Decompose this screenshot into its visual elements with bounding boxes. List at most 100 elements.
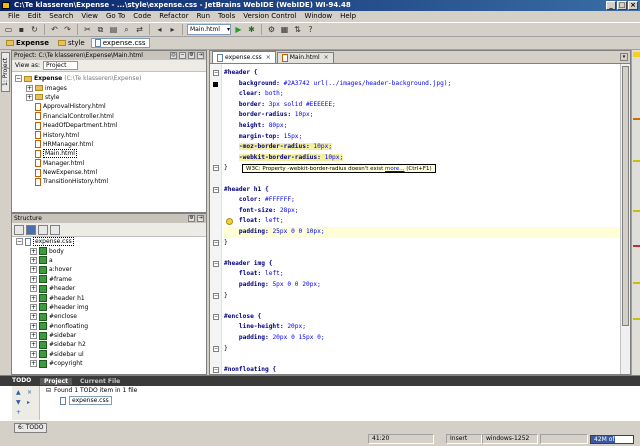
tree-root[interactable]: − Expense (C:\Te klasseren\Expense) [12,74,206,83]
code-line[interactable]: color: #FFFFFF; [224,195,295,206]
breadcrumb-project[interactable]: Expense [3,38,52,48]
code-line[interactable]: #enclose { [224,312,261,323]
expand-icon[interactable]: + [30,303,37,311]
tab-project-tool[interactable]: 1: Project [1,52,10,92]
minimize-button[interactable]: _ [606,1,616,10]
code-line[interactable]: margin-top: 15px; [224,132,302,143]
code-line[interactable]: clear: both; [224,89,284,100]
warning-marker[interactable] [633,318,640,320]
lock-status[interactable] [540,434,588,444]
view-as-select[interactable]: Project [42,61,78,70]
save-icon[interactable]: ▪ [16,24,27,35]
help-icon[interactable] [50,224,60,235]
menu-refactor[interactable]: Refactor [155,11,192,22]
breadcrumb-folder[interactable]: style [55,38,88,48]
expand-icon[interactable]: + [30,360,37,368]
tab-list-icon[interactable]: ▾ [620,53,628,61]
expand-icon[interactable]: + [30,275,37,283]
fold-icon[interactable]: − [213,70,219,76]
error-marker[interactable] [633,245,640,247]
expand-icon[interactable]: + [26,93,33,101]
vcs-icon[interactable]: ⇅ [292,24,303,35]
tree-file[interactable]: HeadOfDepartment.html [12,121,206,130]
close-tab-icon[interactable]: × [266,53,271,63]
menu-edit[interactable]: Edit [24,11,46,22]
file-encoding[interactable]: windows-1252 [482,434,538,444]
back-icon[interactable]: ◂ [154,24,165,35]
structure-item[interactable]: + #sidebar [12,331,206,340]
close-tab-icon[interactable]: × [324,53,329,63]
code-line[interactable]: padding: 5px 0 0 20px; [224,280,321,291]
expand-icon[interactable]: + [30,266,37,274]
tree-file[interactable]: Main.html [12,149,206,159]
error-stripe[interactable] [631,50,640,375]
code-area[interactable]: #header {− background: #2A3742 url(../im… [210,64,620,374]
code-line[interactable]: padding: 20px 0 15px 0; [224,333,325,344]
code-line[interactable]: float: left; [224,269,284,280]
code-line[interactable]: } [224,163,228,174]
code-line[interactable]: line-height: 20px; [224,322,306,333]
scrollbar-thumb[interactable] [622,66,629,326]
code-line[interactable]: #header img { [224,259,272,270]
memory-indicator[interactable]: 42M of 73M [590,435,634,444]
scroll-from-source-icon[interactable]: ◎ [170,52,177,59]
hide-icon[interactable]: ⇥ [197,215,204,222]
open-icon[interactable]: ▭ [3,24,14,35]
cut-icon[interactable]: ✂ [82,24,93,35]
structure-item[interactable]: + a:hover [12,265,206,274]
close-panel-icon[interactable]: × [27,390,35,397]
fold-icon[interactable]: − [213,260,219,267]
structure-item[interactable]: + a [12,256,206,265]
menu-run[interactable]: Run [193,11,214,22]
fold-end-icon[interactable]: − [213,292,219,299]
tab-project[interactable]: Project [40,377,73,385]
fold-end-icon[interactable]: − [213,345,219,352]
tree-folder[interactable]: + images [12,83,206,92]
pin-icon[interactable]: ▸ [27,400,35,407]
fold-end-icon[interactable]: − [213,239,219,246]
structure-item[interactable]: + #sidebar h2 [12,340,206,349]
todo-summary-row[interactable]: ⊟ Found 1 TODO item in 1 file [46,387,137,394]
code-line[interactable]: -webkit-border-radius: 10px; [224,153,344,164]
structure-root[interactable]: − expense.css [12,237,206,247]
show-properties-icon[interactable] [26,224,36,235]
arrow-up-icon[interactable]: ▲ [16,390,24,397]
structure-item[interactable]: + #frame [12,275,206,284]
fold-icon[interactable]: − [213,366,219,373]
settings-icon[interactable]: ⚙ [266,24,277,35]
tree-file[interactable]: NewExpense.html [12,168,206,177]
replace-icon[interactable]: ⇄ [134,24,145,35]
code-line[interactable]: background: #2A3742 url(../images/header… [224,79,451,90]
menu-search[interactable]: Search [45,11,77,22]
expand-icon[interactable]: + [30,350,37,358]
gear-icon[interactable]: ⚙ [188,215,195,222]
gear-icon[interactable]: ⚙ [188,52,195,59]
expand-icon[interactable]: + [30,256,37,264]
structure-icon[interactable]: ▦ [279,24,290,35]
structure-item[interactable]: + #copyright [12,359,206,368]
code-line[interactable]: #nonfloating { [224,365,276,374]
warning-marker[interactable] [633,210,640,212]
collapse-icon[interactable]: − [15,75,22,83]
tree-file[interactable]: Manager.html [12,159,206,168]
menu-code[interactable]: Code [129,11,155,22]
tree-file[interactable]: History.html [12,130,206,140]
tree-file[interactable]: HRManager.html [12,140,206,149]
undo-icon[interactable]: ↶ [49,24,60,35]
collapse-icon[interactable]: − [16,238,23,246]
redo-icon[interactable]: ↷ [62,24,73,35]
fold-icon[interactable]: − [213,313,219,320]
expand-icon[interactable]: + [30,313,37,321]
todo-file-row[interactable]: expense.css [60,396,112,405]
caret-position[interactable]: 41:20 [368,434,434,444]
tab-main-html[interactable]: Main.html × [276,52,334,63]
expand-icon[interactable]: + [30,332,37,340]
code-line[interactable]: #header { [224,68,258,79]
run-configuration-select[interactable]: Main.html ▾ [187,24,231,35]
maximize-button[interactable]: □ [617,1,627,10]
structure-item[interactable]: + #header [12,284,206,293]
close-button[interactable]: × [628,1,638,10]
tree-file[interactable]: TransitionHistory.html [12,177,206,186]
more-link[interactable]: more... [385,166,405,172]
sync-icon[interactable]: ↻ [29,24,40,35]
